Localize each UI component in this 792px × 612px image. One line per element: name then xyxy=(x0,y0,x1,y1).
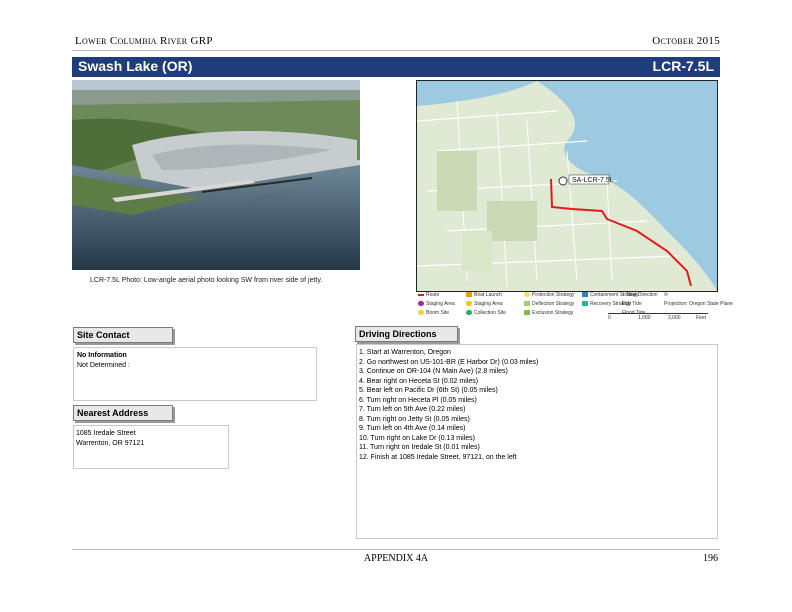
document-header-left: Lower Columbia River GRP xyxy=(75,35,213,47)
legend-swatch xyxy=(582,301,588,307)
legend-swatch xyxy=(466,310,472,316)
legend-item: Staging Area xyxy=(418,301,455,307)
appendix-label: APPENDIX 4A xyxy=(363,553,429,564)
legend-swatch xyxy=(466,301,472,307)
header-divider xyxy=(72,50,720,51)
legend-item: Collection Site xyxy=(466,310,506,316)
site-title-bar: Swash Lake (OR) LCR-7.5L xyxy=(72,57,720,77)
contact-name: No Information xyxy=(77,352,127,359)
legend-item: ↑ Tidal Direction xyxy=(622,292,658,298)
direction-step: 7. Turn left on 5th Ave (0.22 miles) xyxy=(359,406,466,413)
direction-step: 2. Go northwest on US-101-BR (E Harbor D… xyxy=(359,358,539,366)
legend-item: Protection Strategy xyxy=(524,292,575,298)
site-contact-label: Site Contact xyxy=(73,327,173,343)
legend-swatch xyxy=(418,310,424,316)
legend-swatch xyxy=(524,310,530,316)
direction-step: 11. Turn right on Iredale St (0.01 miles… xyxy=(359,444,480,451)
legend-item: Route xyxy=(418,292,439,298)
contact-detail: Not Determined : xyxy=(77,361,130,369)
direction-step: 3. Continue on OR-104 (N Main Ave) (2.8 … xyxy=(359,368,508,375)
map-legend: Route Staging Area Boom Site Boat Launch… xyxy=(416,290,733,322)
photo-caption: LCR-7.5L Photo: Low-angle aerial photo l… xyxy=(90,277,323,284)
legend-swatch xyxy=(524,301,530,307)
legend-swatch xyxy=(582,292,588,298)
map-site-label: SA-LCR-7.5L xyxy=(572,177,614,184)
page-number: 196 xyxy=(703,553,718,564)
north-arrow-icon: ⟳ xyxy=(664,292,669,298)
legend-swatch xyxy=(418,301,424,307)
arrow-icon: ↑ xyxy=(622,292,625,298)
legend-item: Deflection Strategy xyxy=(524,301,574,307)
nearest-address-box: 1085 Iredale Street Warrenton, OR 97121 xyxy=(73,425,229,469)
direction-step: 5. Bear left on Pacific Dr (6th St) (0.0… xyxy=(359,387,498,394)
scale-label: 1,000 xyxy=(638,315,651,321)
address-line-2: Warrenton, OR 97121 xyxy=(76,439,145,447)
legend-swatch xyxy=(466,292,472,298)
map-projection: Projection: Oregon State Plane xyxy=(664,301,733,307)
direction-step: 8. Turn right on Jetty St (0.05 miles) xyxy=(359,415,470,423)
direction-step: 9. Turn left on 4th Ave (0.14 miles) xyxy=(359,425,466,432)
scale-label: Feet xyxy=(696,315,707,321)
site-map[interactable]: SA-LCR-7.5L xyxy=(416,80,718,292)
direction-step: 1. Start at Warrenton, Oregon xyxy=(359,349,451,356)
address-line-1: 1085 Iredale Street xyxy=(76,430,136,437)
legend-item: Ebb Tide xyxy=(622,301,642,307)
document-header-date: October 2015 xyxy=(652,35,720,47)
site-code: LCR-7.5L xyxy=(652,58,714,74)
direction-step: 6. Turn right on Heceta Pl (0.05 miles) xyxy=(359,396,477,404)
direction-step: 12. Finish at 1085 Iredale Street, 97121… xyxy=(359,453,517,461)
driving-directions-label: Driving Directions xyxy=(355,326,458,342)
legend-route-swatch xyxy=(418,293,424,296)
scale-label: 0 xyxy=(608,315,611,321)
direction-step: 10. Turn right on Lake Dr (0.13 miles) xyxy=(359,434,475,442)
driving-directions-box: 1. Start at Warrenton, Oregon 2. Go nort… xyxy=(356,344,718,539)
footer-divider xyxy=(72,549,720,550)
legend-item: Exclusion Strategy xyxy=(524,310,573,316)
nearest-address-label: Nearest Address xyxy=(73,405,173,421)
site-contact-box: No Information Not Determined : xyxy=(73,347,317,401)
legend-item: Boat Launch xyxy=(466,292,502,298)
legend-swatch xyxy=(524,292,530,298)
aerial-photo xyxy=(72,80,360,270)
scale-bar xyxy=(608,313,708,314)
scale-label: 2,000 xyxy=(668,315,681,321)
legend-item: Staging Area xyxy=(466,301,503,307)
site-title: Swash Lake (OR) xyxy=(78,58,193,74)
direction-step: 4. Bear right on Heceta St (0.02 miles) xyxy=(359,377,479,385)
legend-item: Boom Site xyxy=(418,310,449,316)
